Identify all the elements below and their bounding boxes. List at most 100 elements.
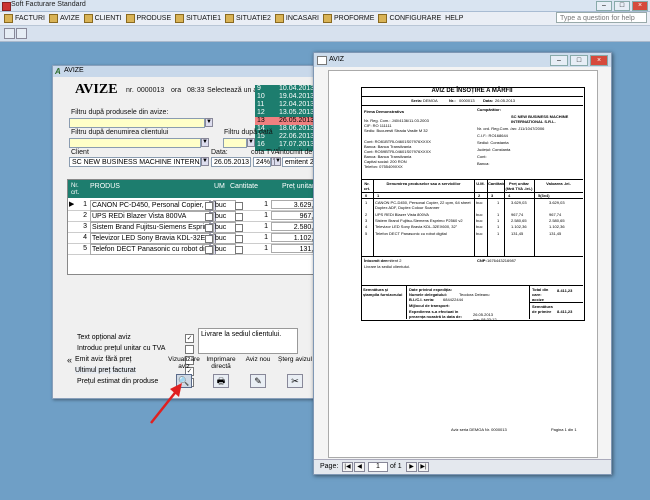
menu-item-facturi[interactable]: FACTURI [4,14,45,23]
row-checkbox[interactable] [205,246,213,254]
aviz-close-icon[interactable]: × [590,55,608,66]
client-dropdown[interactable]: ▼ [201,157,209,166]
first-page-icon[interactable]: |◀ [342,462,353,472]
buyer-line: Sediul: Constanta [477,140,509,145]
proforma-icon [322,14,332,23]
aviz-list-date: 17.07.2013 [279,141,315,148]
doc-row-price: 1.102,36 [511,224,527,229]
menu-item-situatie2[interactable]: SITUATIE2 [225,14,271,23]
aviz-list-date: 18.06.2013 [279,125,315,132]
cash-icon [274,14,284,23]
menu-item-avize[interactable]: AVIZE [48,14,80,23]
row-qty[interactable]: 1 [240,233,268,243]
row-product-field[interactable]: Telefon DECT Panasonic cu robot digital [90,244,211,255]
menu-item-situatie1[interactable]: SITUATIE1 [175,14,221,23]
doc-row-um: buc [476,212,483,217]
option-checkbox[interactable] [185,345,194,354]
filter-products-dropdown[interactable]: ▼ [205,118,213,127]
help-search-input[interactable]: Type a question for help [556,12,647,23]
close-icon[interactable]: × [632,1,648,11]
buyer-line: C.I.F.: RO168644 [477,133,508,138]
row-product-field[interactable]: Televizor LED Sony Bravia KDL-32EX600, 3 [90,233,211,244]
next-page-icon[interactable]: ▶ [406,462,417,472]
row-qty[interactable]: 1 [240,200,268,210]
page-number-input[interactable]: 1 [368,462,388,472]
filter-products-input[interactable] [69,118,205,128]
delete-button[interactable]: ✂ [287,374,303,388]
doc-row-price: 3.629,03 [511,200,527,205]
doc-date-value: 26.05.2013 [495,98,516,103]
option-label: Prețul estimat din produse [77,378,159,385]
aviz-maximize-icon[interactable]: □ [570,55,588,66]
report-icon [175,14,185,23]
document-rule [529,302,583,303]
doc-row-qty: 1 [497,231,500,236]
menu-item-incasari[interactable]: INCASARI [274,14,319,23]
filter-date-dropdown[interactable]: ▼ [247,138,255,147]
new-document-button[interactable]: ✎ [250,374,266,388]
row-product-field[interactable]: CANON PC-D450, Personal Copier, 22 cpm [90,200,211,211]
last-page-icon[interactable]: ▶| [418,462,429,472]
row-um-field[interactable]: buc [213,233,236,244]
doc-receiver-label: Semnătura de primire [532,304,553,314]
row-um-field[interactable]: buc [213,211,236,222]
notes-textarea[interactable]: Livrare la sediul clientului. [198,328,298,354]
maximize-icon[interactable]: □ [614,1,630,11]
menu-item-configurare[interactable]: CONFIGURARE [378,14,441,23]
filter-client-input[interactable] [69,138,201,148]
row-pointer-icon: ▶ [69,201,75,208]
aviz-list-nr: 13 [257,117,265,124]
menu-item-label: FACTURI [15,15,45,22]
menu-item-clienti[interactable]: CLIENTI [83,14,122,23]
row-nr: 3 [83,223,87,230]
collapse-icon[interactable]: « [67,355,72,365]
row-checkbox[interactable] [205,213,213,221]
menu-item-label: HELP [445,15,464,22]
aviz-list-date: 10.04.2013 [279,85,315,92]
toolbar-back-icon[interactable] [4,28,15,39]
menu-item-produse[interactable]: PRODUSE [125,14,171,23]
doc-total-value: 8.411,23 [557,288,573,293]
document-rule [534,179,535,256]
row-um-field[interactable]: buc [213,200,236,211]
avize-titlebar: A AVIZE [53,66,331,77]
prev-page-icon[interactable]: ◀ [354,462,365,472]
date-field[interactable]: 26.05.2013 [211,157,251,167]
menu-item-proforme[interactable]: PROFORME [322,14,374,23]
row-um-field[interactable]: buc [213,222,236,233]
menu-item-help[interactable]: HELP [445,15,463,22]
row-checkbox[interactable] [205,224,213,232]
table-row[interactable]: 3Sistem Brand Fujitsu-Siemens Esprimo P2… [68,222,332,233]
row-qty[interactable]: 1 [240,244,268,254]
supplier-line: Telefon: 0755409XXX [364,164,403,169]
filter-client-dropdown[interactable]: ▼ [201,138,209,147]
table-row[interactable]: ▶ 1 CANON PC-D450, Personal Copier, 22 cpm… [68,200,332,211]
toolbar-forward-icon[interactable] [16,28,27,39]
row-um-field[interactable]: buc [213,244,236,255]
vat-field[interactable]: 24% [253,157,271,167]
buyer-line: Banca: [477,161,490,166]
aviz-list-nr: 9 [257,85,261,92]
row-qty[interactable]: 1 [240,222,268,232]
doc-row-um: buc [476,224,483,229]
row-checkbox[interactable] [205,202,213,210]
row-checkbox[interactable] [205,235,213,243]
option-label: Ultimul preț facturat [75,367,136,374]
printer-button[interactable]: 🖶 [213,374,229,388]
table-row[interactable]: 4Televizor LED Sony Bravia KDL-32EX600, … [68,233,332,244]
doc-row-value: 3.629,03 [549,200,565,205]
filter-date-label: Filtru după dată [224,129,273,136]
row-product-field[interactable]: UPS REDi Blazer Vista 800VA [90,211,211,222]
aviz-list-date: 13.05.2013 [279,109,315,116]
aviz-minimize-icon[interactable]: – [550,55,568,66]
filter-date-input[interactable] [223,138,247,148]
row-product-field[interactable]: Sistem Brand Fujitsu-Siemens Esprimo P25 [90,222,211,233]
table-row[interactable]: 5 Telefon DECT Panasonic cu robot digital… [68,244,332,255]
issued-by-dropdown[interactable]: ▼ [274,157,281,166]
row-qty[interactable]: 1 [240,211,268,221]
minimize-icon[interactable]: – [596,1,612,11]
doc-row-price: 2.580,65 [511,218,527,223]
table-row[interactable]: 2UPS REDi Blazer Vista 800VA▼buc1967,74 [68,211,332,222]
client-field[interactable]: SC NEW BUSINESS MACHINE INTERNATIONAL [69,157,201,167]
option-checkbox[interactable]: ✓ [185,334,194,343]
